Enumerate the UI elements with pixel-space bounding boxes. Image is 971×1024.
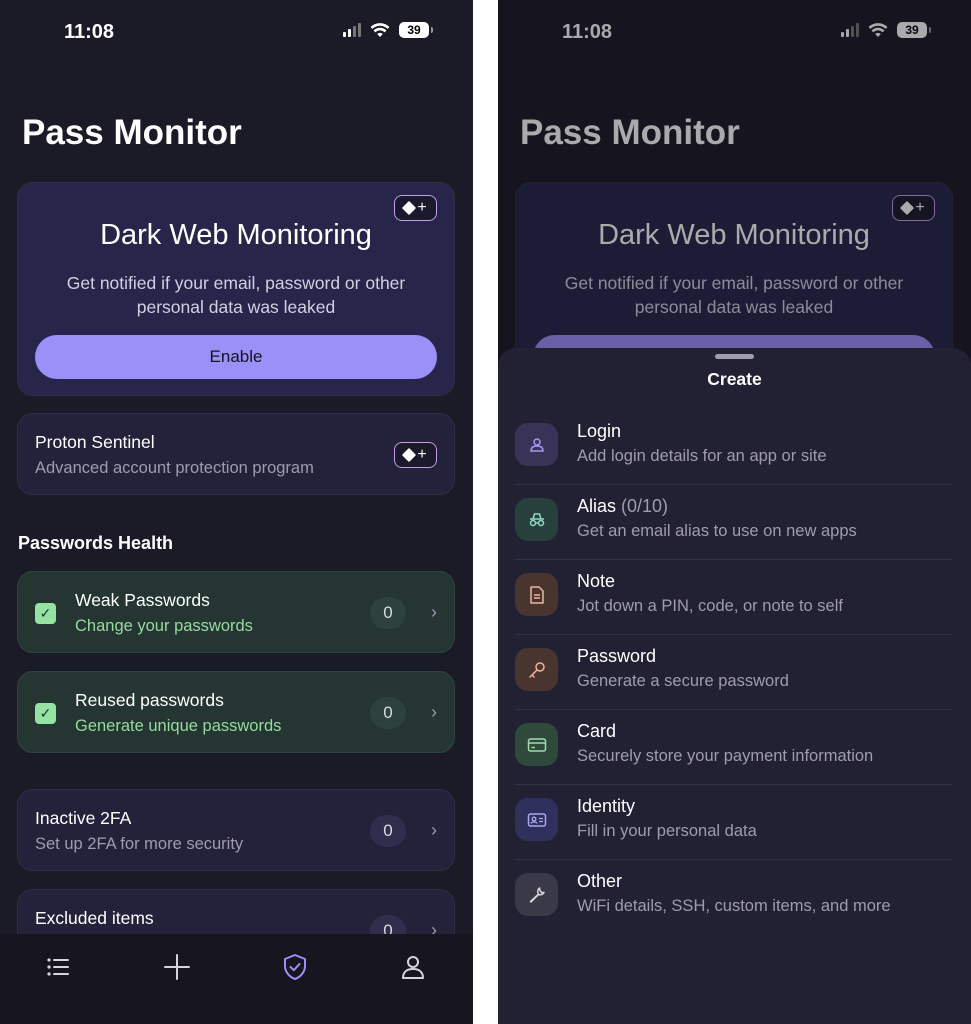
row-subtitle: Set up 2FA for more security (35, 835, 244, 853)
shield-check-icon[interactable] (280, 952, 310, 982)
page-title: Pass Monitor (22, 113, 242, 152)
weak-passwords-row[interactable]: ✓ Weak Passwords Change your passwords 0… (17, 571, 455, 653)
sentinel-subtitle: Advanced account protection program (35, 459, 314, 477)
create-sheet-screen: 11:08 39 Pass Monitor + Dark Web Monitor… (498, 0, 971, 1024)
dark-web-monitoring-card: + Dark Web Monitoring Get notified if yo… (17, 182, 455, 396)
chevron-right-icon: › (431, 602, 437, 622)
tab-bar (0, 934, 473, 1024)
diamond-icon (402, 447, 417, 463)
row-title: Weak Passwords (75, 590, 210, 610)
sheet-grabber[interactable] (715, 354, 754, 359)
item-title: Alias (0/10) (577, 496, 669, 516)
chevron-right-icon: › (431, 820, 437, 840)
plus-icon[interactable] (162, 952, 192, 982)
create-sheet: Create Login Add login details for an ap… (498, 348, 971, 1024)
item-title: Other (577, 871, 623, 891)
plus-icon: + (417, 199, 427, 216)
create-card-item[interactable]: Card Securely store your payment informa… (515, 710, 953, 785)
wifi-icon (370, 22, 390, 37)
item-subtitle: Add login details for an app or site (577, 447, 827, 465)
inactive-2fa-row[interactable]: Inactive 2FA Set up 2FA for more securit… (17, 789, 455, 871)
item-title: Identity (577, 796, 636, 816)
status-time: 11:08 (64, 21, 115, 43)
id-card-icon (515, 798, 558, 841)
item-subtitle: Generate a secure password (577, 672, 789, 690)
diamond-icon (402, 200, 417, 216)
note-icon (515, 573, 558, 616)
sheet-title: Create (707, 369, 762, 389)
checkmark-icon: ✓ (35, 703, 56, 724)
create-alias-item[interactable]: Alias (0/10) Get an email alias to use o… (515, 485, 953, 560)
incognito-icon (515, 498, 558, 541)
count-badge: 0 (370, 697, 406, 729)
item-title: Note (577, 571, 616, 591)
count-badge: 0 (370, 597, 406, 629)
reused-passwords-row[interactable]: ✓ Reused passwords Generate unique passw… (17, 671, 455, 753)
status-bar: 11:08 39 (0, 18, 473, 46)
row-subtitle: Generate unique passwords (75, 717, 282, 735)
row-title: Excluded items (35, 908, 154, 928)
count-badge: 0 (370, 815, 406, 847)
credit-card-icon (515, 723, 558, 766)
cellular-signal-icon (343, 23, 361, 37)
create-note-item[interactable]: Note Jot down a PIN, code, or note to se… (515, 560, 953, 635)
dark-web-description: Get notified if your email, password or … (66, 273, 406, 317)
item-title: Card (577, 721, 617, 741)
item-subtitle: Get an email alias to use on new apps (577, 522, 857, 540)
item-subtitle: WiFi details, SSH, custom items, and mor… (577, 897, 891, 915)
passwords-health-heading: Passwords Health (18, 533, 174, 553)
checkmark-icon: ✓ (35, 603, 56, 624)
pass-monitor-screen: 11:08 39 Pass Monitor + Dark Web Monitor… (0, 0, 473, 1024)
wrench-icon (515, 873, 558, 916)
item-subtitle: Fill in your personal data (577, 822, 757, 840)
dark-web-title: Dark Web Monitoring (100, 219, 372, 251)
row-title: Reused passwords (75, 690, 224, 710)
item-subtitle: Securely store your payment information (577, 747, 874, 765)
user-icon (515, 423, 558, 466)
sentinel-title: Proton Sentinel (35, 432, 155, 452)
row-subtitle: Change your passwords (75, 617, 253, 635)
proton-sentinel-row[interactable]: Proton Sentinel Advanced account protect… (17, 413, 455, 495)
plus-icon: + (417, 446, 427, 463)
item-title: Password (577, 646, 657, 666)
create-other-item[interactable]: Other WiFi details, SSH, custom items, a… (515, 860, 953, 935)
chevron-right-icon: › (431, 702, 437, 722)
enable-button[interactable]: Enable (35, 335, 437, 379)
row-title: Inactive 2FA (35, 808, 132, 828)
item-title: Login (577, 421, 622, 441)
profile-icon[interactable] (398, 952, 428, 982)
battery-icon: 39 (399, 22, 433, 38)
create-identity-item[interactable]: Identity Fill in your personal data (515, 785, 953, 860)
create-password-item[interactable]: Password Generate a secure password (515, 635, 953, 710)
create-login-item[interactable]: Login Add login details for an app or si… (515, 410, 953, 485)
upgrade-badge[interactable]: + (394, 195, 437, 221)
key-icon (515, 648, 558, 691)
list-icon[interactable] (44, 952, 74, 982)
item-subtitle: Jot down a PIN, code, or note to self (577, 597, 843, 615)
upgrade-badge[interactable]: + (394, 442, 437, 468)
